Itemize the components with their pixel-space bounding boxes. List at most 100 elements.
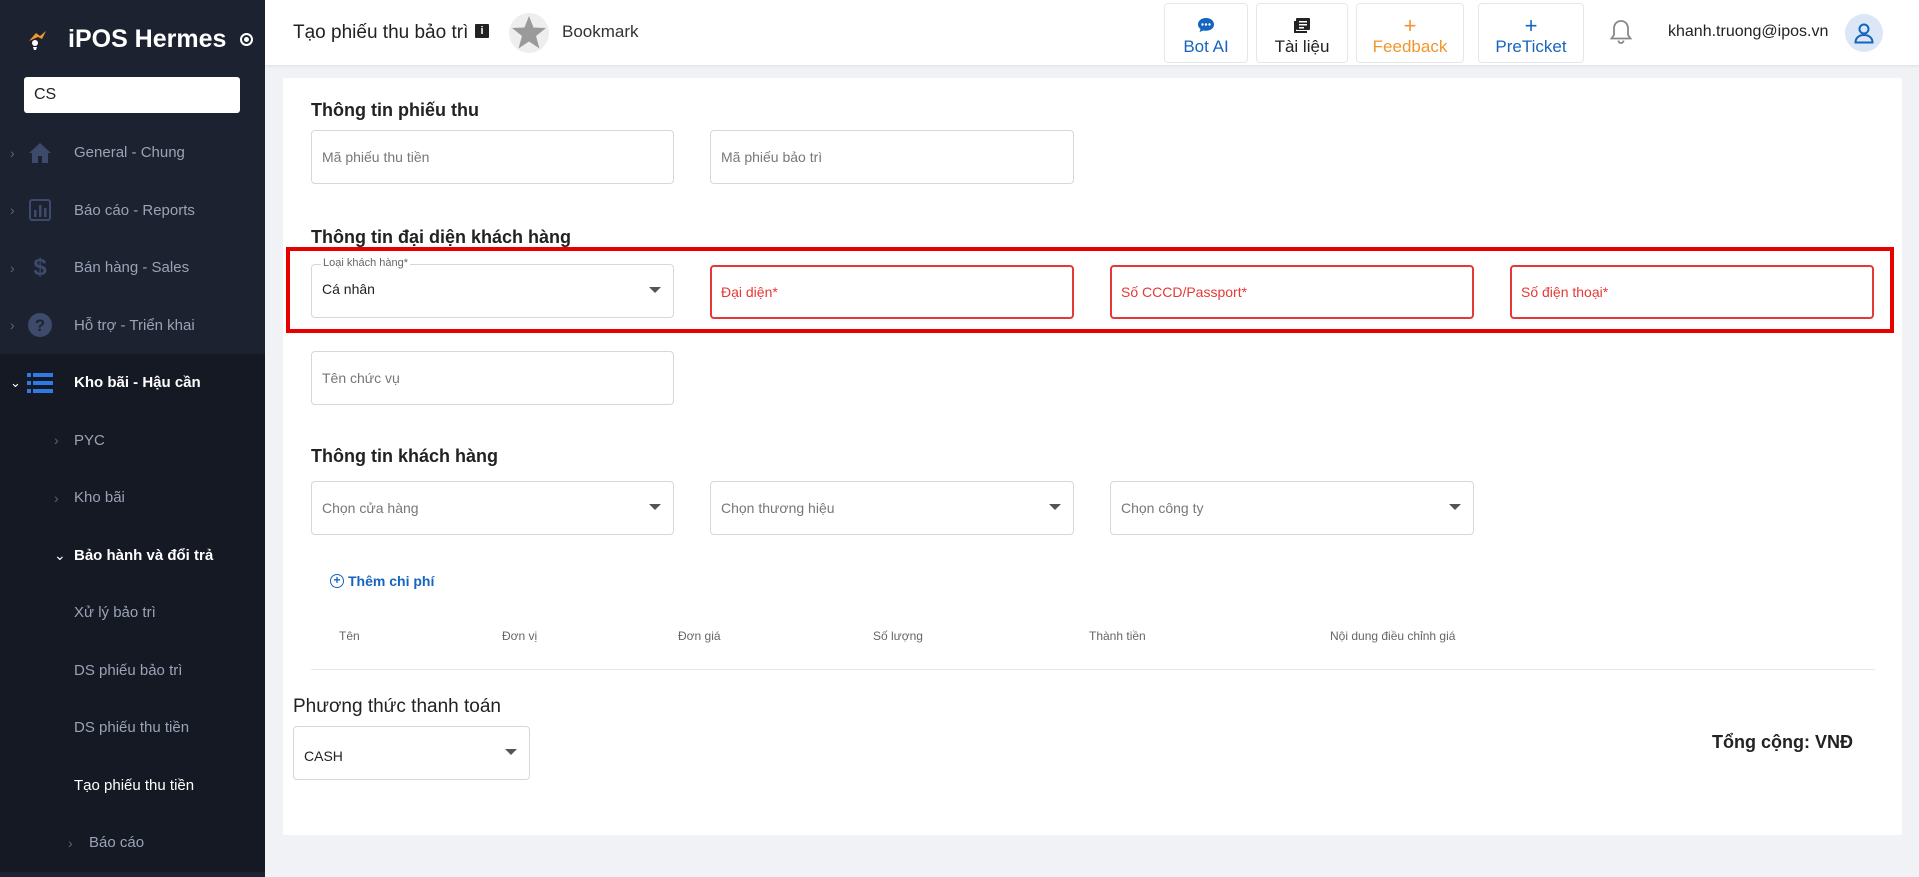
sidebar-search-input[interactable] — [24, 77, 240, 113]
preticket-label: PreTicket — [1495, 37, 1567, 56]
section-receipt-title: Thông tin phiếu thu — [311, 100, 479, 120]
sidebar-item-support[interactable]: › ? Hỗ trợ - Triển khai — [0, 297, 265, 355]
sidebar-item-general[interactable]: › General - Chung — [0, 124, 265, 182]
sidebar-item-kho-bai[interactable]: › Kho bãi — [0, 469, 265, 527]
svg-text:?: ? — [35, 316, 45, 335]
store-select[interactable]: Chọn cửa hàng — [311, 481, 674, 535]
chevron-down-icon: ⌄ — [54, 546, 66, 563]
user-email[interactable]: khanh.truong@ipos.vn — [1668, 23, 1828, 41]
sidebar-item-maintenance-list[interactable]: DS phiếu bảo trì — [0, 642, 265, 700]
maintenance-code-field[interactable]: Mã phiếu bảo trì — [710, 130, 1074, 184]
tai-lieu-button[interactable]: Tài liệu — [1256, 3, 1348, 63]
table-header-unit: Đơn vị — [502, 629, 538, 643]
feedback-button[interactable]: + Feedback — [1356, 3, 1464, 63]
table-divider — [311, 669, 1875, 670]
sidebar-item-label: Xử lý bảo trì — [74, 604, 156, 622]
page-title: Tạo phiếu thu bảo trì — [293, 22, 469, 43]
caret-down-icon — [505, 749, 517, 755]
list-icon — [27, 370, 53, 396]
document-icon — [1257, 17, 1347, 37]
receipt-code-field[interactable]: Mã phiếu thu tiền — [311, 130, 674, 184]
bot-ai-button[interactable]: Bot AI — [1164, 3, 1248, 63]
table-header-unit-price: Đơn giá — [678, 629, 721, 643]
plus-circle-icon: + — [330, 574, 344, 588]
sidebar-item-pyc[interactable]: › PYC — [0, 412, 265, 470]
caret-down-icon — [649, 504, 661, 510]
highlight-box — [286, 247, 1894, 333]
chevron-right-icon: › — [54, 432, 59, 449]
chart-icon — [27, 197, 53, 223]
company-placeholder: Chọn công ty — [1121, 500, 1204, 516]
caret-down-icon — [1449, 504, 1461, 510]
sidebar-item-report[interactable]: › Báo cáo — [0, 814, 265, 872]
section-customer-title: Thông tin khách hàng — [311, 446, 498, 466]
bookmark-star-icon[interactable] — [508, 12, 550, 54]
preticket-button[interactable]: + PreTicket — [1478, 3, 1584, 63]
brand: iPOS Hermes — [0, 0, 265, 78]
company-select[interactable]: Chọn công ty — [1110, 481, 1474, 535]
sidebar-item-label: DS phiếu bảo trì — [74, 661, 183, 679]
hermes-logo-icon — [29, 31, 46, 50]
top-header: Tạo phiếu thu bảo trì i Bookmark Bot AI … — [265, 0, 1919, 65]
chevron-right-icon: › — [10, 144, 15, 161]
table-header-quantity: Số lượng — [873, 629, 923, 643]
add-cost-label: Thêm chi phí — [348, 573, 435, 589]
sidebar-item-label: Bảo hành và đổi trả — [74, 546, 214, 564]
add-cost-button[interactable]: + Thêm chi phí — [330, 573, 434, 589]
chevron-right-icon: › — [10, 259, 15, 276]
sidebar-item-label: General - Chung — [74, 144, 185, 162]
payment-method-value: CASH — [304, 748, 343, 764]
sidebar-item-sales[interactable]: › $ Bán hàng - Sales — [0, 239, 265, 297]
maintenance-code-placeholder: Mã phiếu bảo trì — [721, 149, 823, 165]
chat-icon — [1165, 17, 1247, 37]
sidebar-item-label: Hỗ trợ - Triển khai — [74, 316, 195, 334]
sidebar-item-create-receipt[interactable]: Tạo phiếu thu tiền — [0, 757, 265, 815]
app-status-icon[interactable] — [240, 32, 254, 46]
sidebar-item-warranty[interactable]: ⌄ Bảo hành và đổi trả — [0, 527, 265, 585]
chevron-right-icon: › — [54, 489, 59, 506]
table-header-price-note: Nội dung điều chỉnh giá — [1330, 629, 1456, 643]
bell-icon[interactable] — [1607, 18, 1635, 46]
brand-select[interactable]: Chọn thương hiệu — [710, 481, 1074, 535]
brand-placeholder: Chọn thương hiệu — [721, 500, 835, 516]
chevron-right-icon: › — [10, 317, 15, 334]
sidebar-menu: › General - Chung › Báo cáo - Reports › … — [0, 124, 265, 872]
chevron-right-icon: › — [68, 834, 73, 851]
feedback-label: Feedback — [1372, 37, 1448, 56]
sidebar-item-label: DS phiếu thu tiền — [74, 719, 190, 737]
bookmark-label[interactable]: Bookmark — [562, 22, 639, 42]
plus-icon: + — [1524, 13, 1538, 38]
position-placeholder: Tên chức vụ — [322, 370, 400, 386]
info-icon[interactable]: i — [475, 24, 489, 38]
plus-icon: + — [1403, 13, 1417, 38]
sidebar-item-label: PYC — [74, 431, 105, 449]
payment-method-select[interactable]: CASH — [293, 726, 530, 780]
app-name: iPOS Hermes — [68, 24, 227, 53]
store-placeholder: Chọn cửa hàng — [322, 500, 419, 516]
sidebar-item-label: Tạo phiếu thu tiền — [74, 776, 195, 794]
sidebar-item-label: Báo cáo — [89, 834, 145, 852]
table-header-amount: Thành tiền — [1089, 629, 1146, 643]
sidebar-item-reports[interactable]: › Báo cáo - Reports — [0, 182, 265, 240]
sidebar-item-receipt-list[interactable]: DS phiếu thu tiền — [0, 699, 265, 757]
user-icon — [1854, 23, 1874, 44]
section-payment-title: Phương thức thanh toán — [293, 696, 501, 717]
sidebar-item-warehouse[interactable]: ⌄ Kho bãi - Hậu cần — [0, 354, 265, 412]
caret-down-icon — [1049, 504, 1061, 510]
home-icon — [27, 140, 53, 166]
avatar[interactable] — [1845, 14, 1883, 52]
help-icon: ? — [27, 312, 53, 338]
section-rep-title: Thông tin đại diện khách hàng — [311, 227, 571, 247]
form-card — [283, 78, 1902, 835]
table-header-name: Tên — [339, 629, 360, 643]
bot-ai-label: Bot AI — [1183, 37, 1229, 56]
sidebar-item-maintenance-process[interactable]: Xử lý bảo trì — [0, 584, 265, 642]
position-field[interactable]: Tên chức vụ — [311, 351, 674, 405]
sidebar: iPOS Hermes › General - Chung › Báo cáo … — [0, 0, 265, 877]
submenu-warehouse: › PYC › Kho bãi ⌄ Bảo hành và đổi trả Xử… — [0, 411, 265, 872]
chevron-right-icon: › — [10, 202, 15, 219]
dollar-icon: $ — [33, 253, 47, 281]
sidebar-item-label: Kho bãi - Hậu cần — [74, 374, 201, 392]
total-amount: Tổng cộng: VNĐ — [1712, 732, 1853, 752]
chevron-down-icon: ⌄ — [10, 374, 21, 390]
